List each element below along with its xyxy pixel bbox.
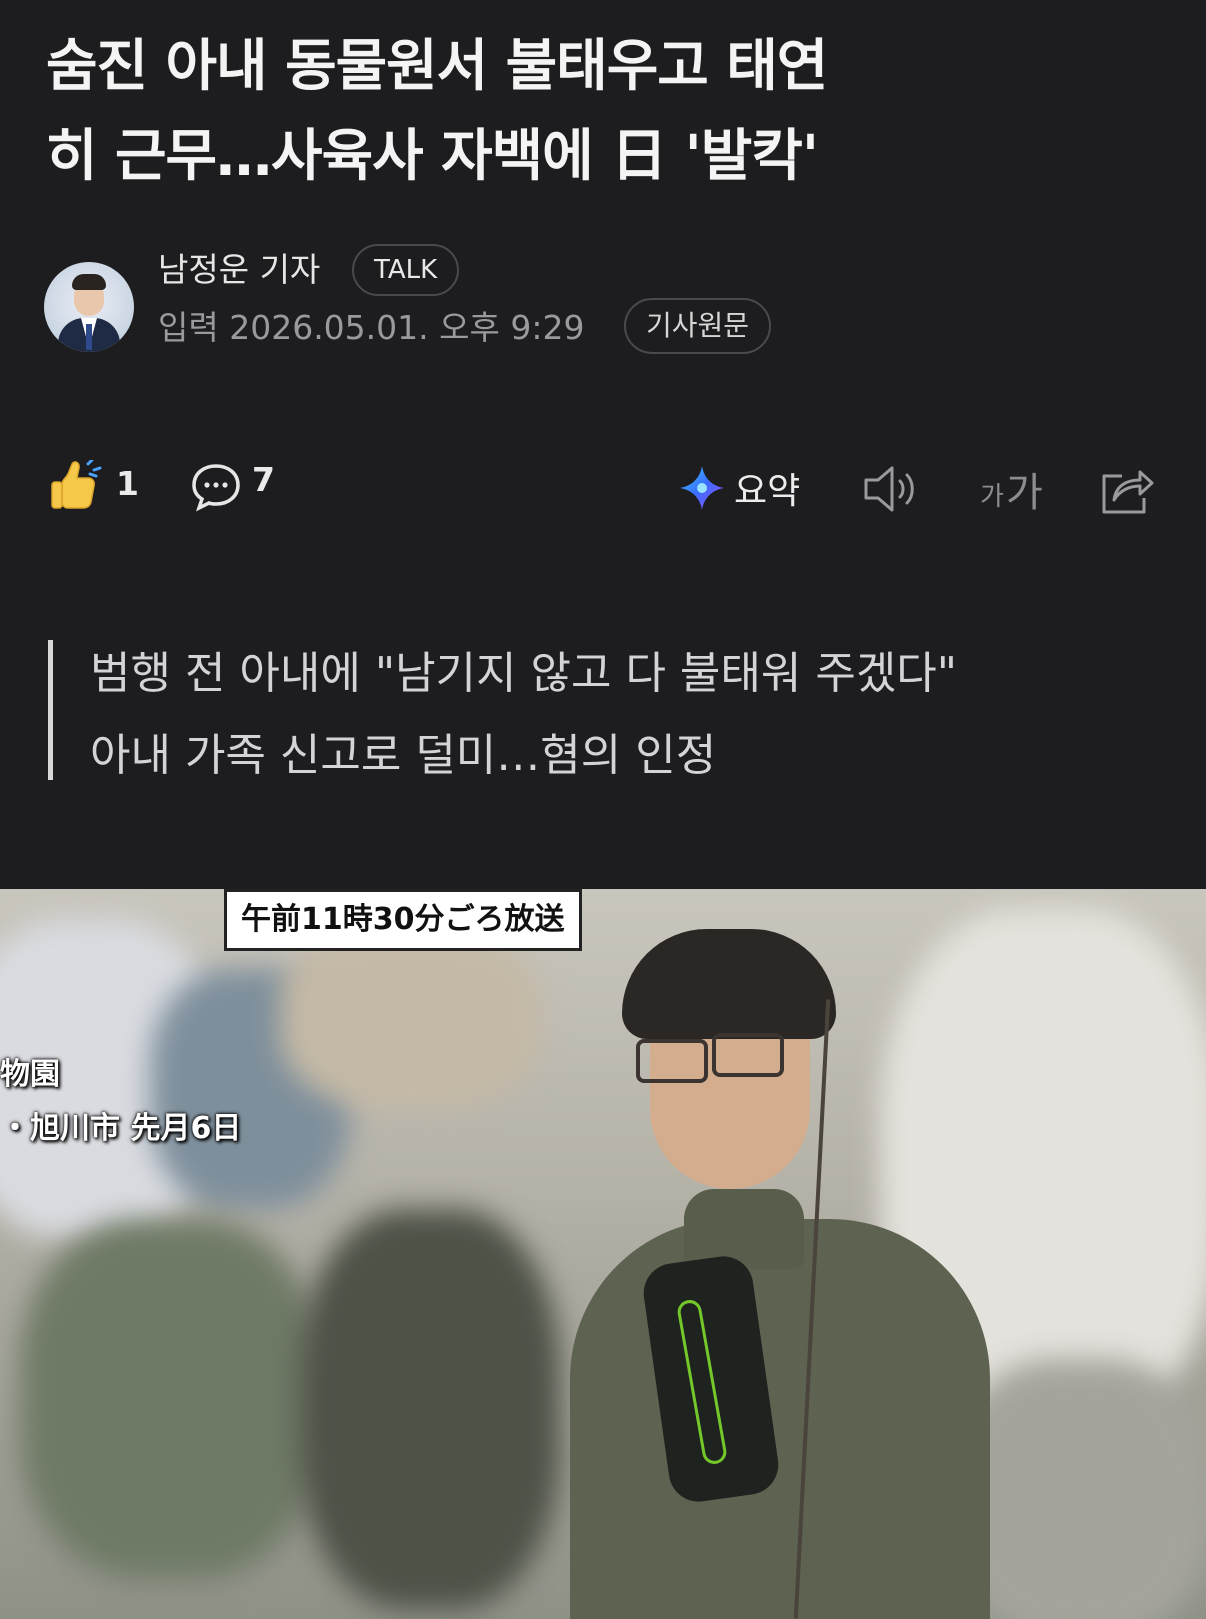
summary-button-label[interactable]: 요약 [734,462,800,514]
font-size-small-glyph: 가 [980,482,1004,512]
article-photo[interactable]: 午前11時30分ごろ放送 物園 ・旭川市 先月6日 [0,889,1206,1619]
share-icon[interactable] [1098,462,1156,516]
speaker-icon[interactable] [862,462,920,516]
place-label-2: ・旭川市 先月6日 [0,1111,242,1146]
talk-button[interactable]: TALK [352,244,460,296]
headline-line-2: 히 근무…사육사 자백에 日 '발칵' [46,124,819,189]
thumbs-up-icon[interactable] [50,460,102,514]
reporter-avatar[interactable] [44,262,134,352]
summary-line-2: 아내 가족 신고로 덜미…혐의 인정 [90,730,717,781]
ai-summary-icon[interactable] [678,464,726,512]
reporter-name[interactable]: 남정운 기자 [158,250,320,290]
comment-icon[interactable] [190,462,242,512]
headline-line-1: 숨진 아내 동물원서 불태우고 태연 [46,34,828,99]
comment-count: 7 [252,460,275,499]
font-size-big-glyph: 가 [1006,470,1043,516]
summary-line-1: 범행 전 아내에 "남기지 않고 다 불태워 주겠다" [90,648,958,699]
broadcast-caption: 午前11時30分ごろ放送 [224,889,582,951]
published-date: 입력 2026.05.01. 오후 9:29 [158,308,585,347]
quote-bar [48,640,53,780]
action-bar: 1 7 요약 가 가 [0,450,1206,530]
like-count: 1 [116,464,139,503]
byline: 남정운 기자 TALK 입력 2026.05.01. 오후 9:29 기사원문 [44,244,1144,360]
font-size-button[interactable]: 가 가 [980,456,1050,516]
place-label-1: 物園 [0,1057,60,1092]
original-article-button[interactable]: 기사원문 [624,298,772,354]
article-headline: 숨진 아내 동물원서 불태우고 태연 히 근무…사육사 자백에 日 '발칵' [46,22,1166,202]
